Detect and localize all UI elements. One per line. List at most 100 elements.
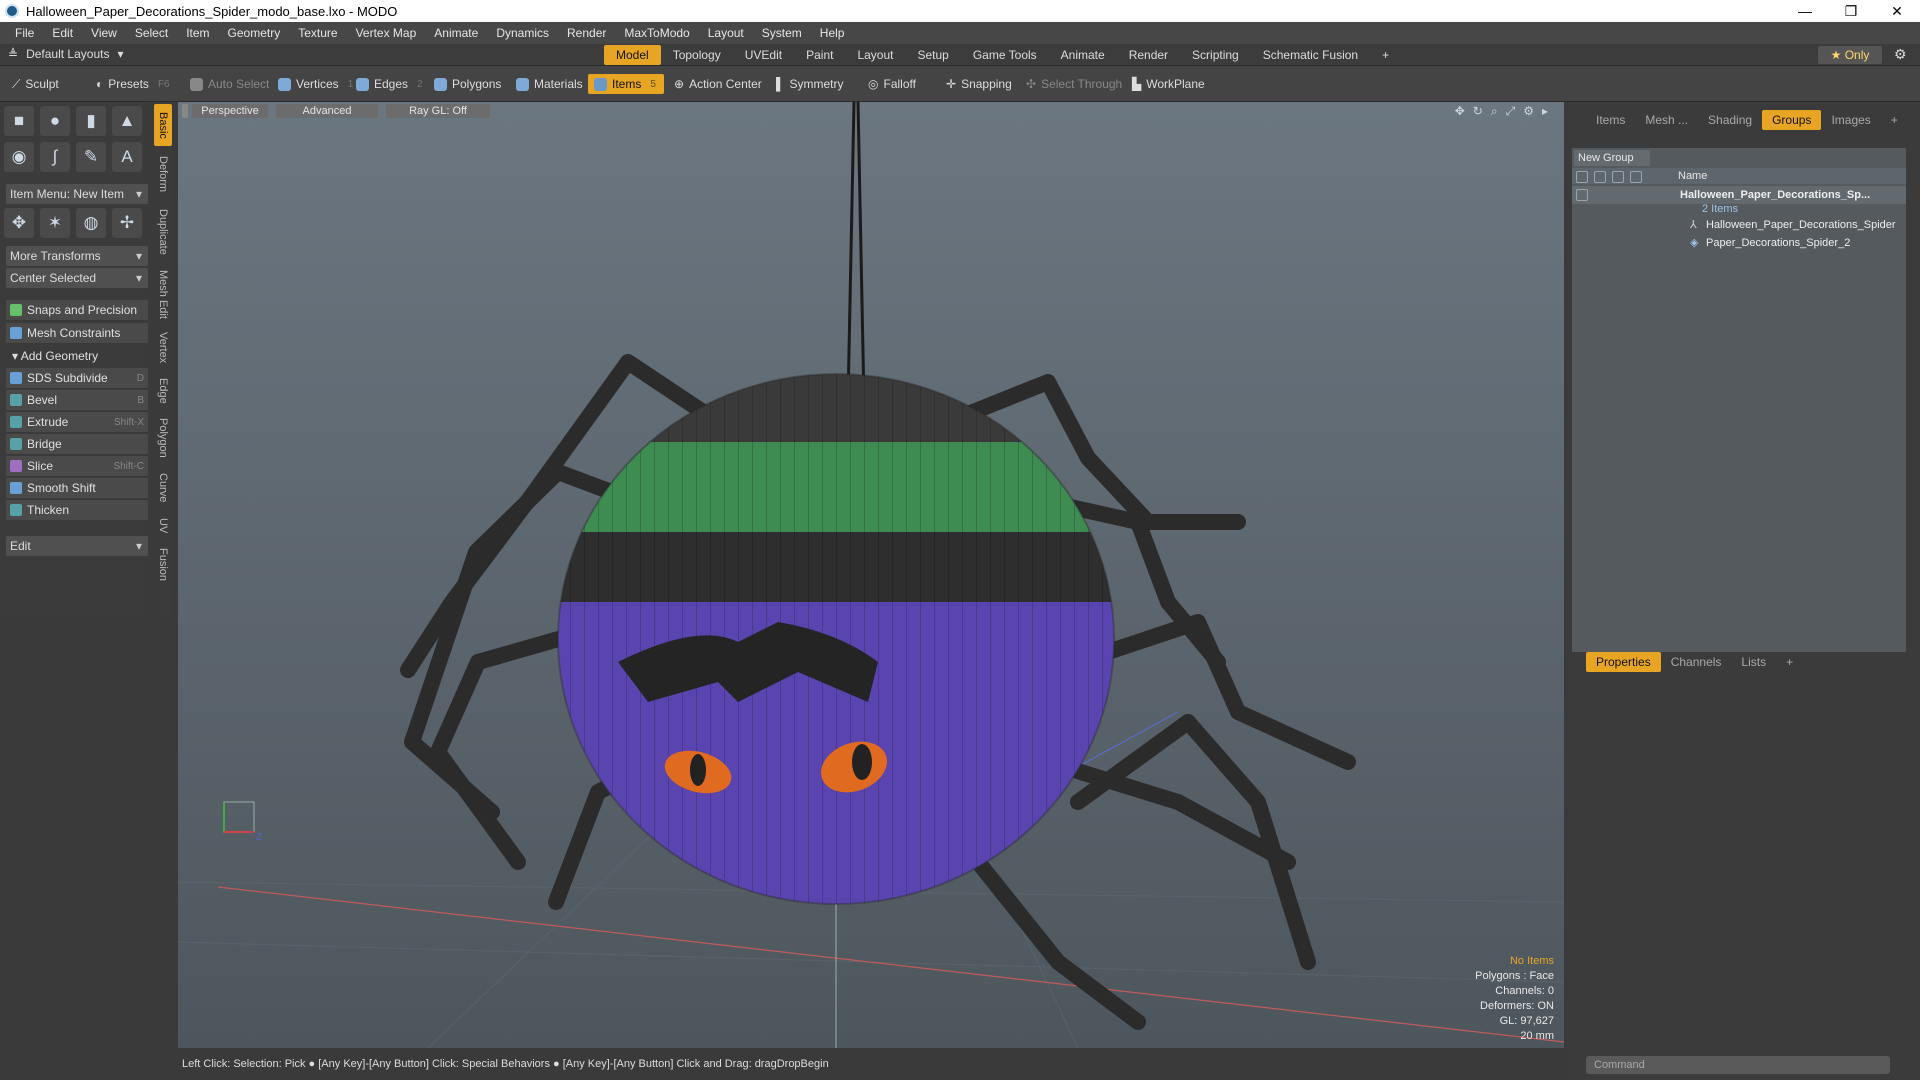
item-menu-dropdown[interactable]: Item Menu: New Item (6, 184, 148, 204)
menu-animate[interactable]: Animate (425, 26, 487, 40)
tab-lists[interactable]: Lists (1731, 652, 1776, 672)
presets-button[interactable]: ◐ Presets F6 (90, 74, 176, 94)
menu-select[interactable]: Select (126, 26, 177, 40)
more-transforms-dropdown[interactable]: More Transforms (6, 246, 148, 266)
select-icon[interactable] (1630, 171, 1642, 183)
only-toggle[interactable]: ★ Only (1818, 46, 1882, 64)
render-icon[interactable] (1594, 171, 1606, 183)
edges-button[interactable]: Edges 2 (350, 74, 429, 94)
sculpt-button[interactable]: ⟋ Sculpt (6, 74, 65, 94)
curve-icon[interactable]: ∫ (40, 142, 70, 172)
menu-geometry[interactable]: Geometry (219, 26, 290, 40)
sds-subdivide-button[interactable]: SDS Subdivide D (6, 368, 148, 389)
extrude-button[interactable]: Extrude Shift-X (6, 412, 148, 433)
tree-item-row[interactable]: ◈ Paper_Decorations_Spider_2 (1572, 234, 1906, 252)
menu-maxtomodo[interactable]: MaxToModo (615, 26, 698, 40)
cube-icon[interactable]: ■ (4, 106, 34, 136)
menu-dynamics[interactable]: Dynamics (487, 26, 558, 40)
vtab-duplicate[interactable]: Duplicate (154, 202, 172, 262)
text-icon[interactable]: A (112, 142, 142, 172)
gear-icon[interactable]: ⚙ (1894, 46, 1907, 63)
smooth-shift-button[interactable]: Smooth Shift (6, 478, 148, 499)
menu-system[interactable]: System (753, 26, 811, 40)
snaps-and-precision-button[interactable]: Snaps and Precision (6, 300, 148, 321)
vtab-fusion[interactable]: Fusion (154, 544, 172, 586)
add-tab-plus-icon[interactable]: + (1370, 45, 1401, 65)
slice-button[interactable]: Slice Shift-C (6, 456, 148, 477)
cone-icon[interactable]: ▲ (112, 106, 142, 136)
new-group-button[interactable]: New Group (1574, 150, 1650, 166)
visibility-icon[interactable] (1576, 171, 1588, 183)
transform-icon[interactable]: ✢ (112, 208, 142, 238)
vtab-edge[interactable]: Edge (154, 374, 172, 408)
tab-scripting[interactable]: Scripting (1180, 45, 1251, 65)
menu-render[interactable]: Render (558, 26, 615, 40)
menu-help[interactable]: Help (811, 26, 854, 40)
tab-animate[interactable]: Animate (1049, 45, 1117, 65)
torus-icon[interactable]: ◉ (4, 142, 34, 172)
pen-icon[interactable]: ✎ (76, 142, 106, 172)
tab-uvedit[interactable]: UVEdit (733, 45, 794, 65)
cylinder-icon[interactable]: ▮ (76, 106, 106, 136)
menu-item[interactable]: Item (177, 26, 218, 40)
add-panel-tab-plus-icon[interactable]: + (1881, 110, 1908, 130)
tree-item-row[interactable]: ⅄ Halloween_Paper_Decorations_Spider (1572, 216, 1906, 234)
thicken-button[interactable]: Thicken (6, 500, 148, 521)
maximize-button[interactable]: ❐ (1828, 0, 1874, 22)
mesh-constraints-button[interactable]: Mesh Constraints (6, 323, 148, 344)
tab-setup[interactable]: Setup (905, 45, 960, 65)
vtab-basic[interactable]: Basic (154, 104, 172, 146)
tab-layout[interactable]: Layout (845, 45, 905, 65)
menu-layout[interactable]: Layout (699, 26, 753, 40)
vtab-polygon[interactable]: Polygon (154, 412, 172, 464)
menu-view[interactable]: View (82, 26, 126, 40)
lock-icon[interactable] (1612, 171, 1624, 183)
bridge-button[interactable]: Bridge (6, 434, 148, 455)
scale-icon[interactable]: ◍ (76, 208, 106, 238)
menu-texture[interactable]: Texture (289, 26, 346, 40)
move-icon[interactable]: ✥ (4, 208, 34, 238)
tab-images[interactable]: Images (1821, 110, 1880, 130)
sphere-icon[interactable]: ● (40, 106, 70, 136)
polygons-button[interactable]: Polygons (428, 74, 507, 94)
items-button[interactable]: Items 5 (588, 74, 664, 94)
menu-file[interactable]: File (6, 26, 43, 40)
action-center-button[interactable]: ⊕ Action Center (668, 74, 768, 94)
tab-topology[interactable]: Topology (661, 45, 733, 65)
materials-button[interactable]: Materials (510, 74, 589, 94)
tab-game-tools[interactable]: Game Tools (961, 45, 1049, 65)
3d-viewport[interactable]: Perspective Advanced Ray GL: Off ✥ ↻ ⌕ ⤢… (178, 102, 1564, 1048)
snapping-button[interactable]: ✛ Snapping (940, 74, 1018, 94)
minimize-button[interactable]: — (1782, 0, 1828, 22)
bevel-button[interactable]: Bevel B (6, 390, 148, 411)
tab-channels[interactable]: Channels (1661, 652, 1732, 672)
center-selected-dropdown[interactable]: Center Selected (6, 268, 148, 288)
vtab-uv[interactable]: UV (154, 512, 172, 540)
default-layouts-dropdown[interactable]: ≜ Default Layouts ▾ (8, 47, 123, 61)
tab-paint[interactable]: Paint (794, 45, 845, 65)
edit-dropdown[interactable]: Edit (6, 536, 148, 556)
tab-properties[interactable]: Properties (1586, 652, 1661, 672)
vtab-deform[interactable]: Deform (154, 150, 172, 198)
rotate-icon[interactable]: ✶ (40, 208, 70, 238)
symmetry-button[interactable]: ▌ Symmetry (770, 74, 850, 94)
auto-select-button[interactable]: Auto Select (184, 74, 275, 94)
vtab-vertex[interactable]: Vertex (154, 326, 172, 370)
tab-items[interactable]: Items (1586, 110, 1635, 130)
menu-edit[interactable]: Edit (43, 26, 82, 40)
vtab-curve[interactable]: Curve (154, 468, 172, 508)
falloff-button[interactable]: ◎ Falloff (862, 74, 922, 94)
vtab-mesh-edit[interactable]: Mesh Edit (154, 266, 172, 322)
tab-model[interactable]: Model (604, 45, 661, 65)
add-props-tab-plus-icon[interactable]: + (1776, 652, 1803, 672)
select-through-button[interactable]: ✣ Select Through (1020, 74, 1128, 94)
close-button[interactable]: ✕ (1874, 0, 1920, 22)
tab-shading[interactable]: Shading (1698, 110, 1762, 130)
tab-schematic-fusion[interactable]: Schematic Fusion (1251, 45, 1370, 65)
menu-vertex-map[interactable]: Vertex Map (347, 26, 426, 40)
tab-render[interactable]: Render (1117, 45, 1180, 65)
tab-groups[interactable]: Groups (1762, 110, 1822, 130)
command-input[interactable]: Command (1586, 1056, 1890, 1074)
add-geometry-section[interactable]: ▾ Add Geometry (6, 346, 148, 367)
tab-mesh[interactable]: Mesh ... (1635, 110, 1698, 130)
